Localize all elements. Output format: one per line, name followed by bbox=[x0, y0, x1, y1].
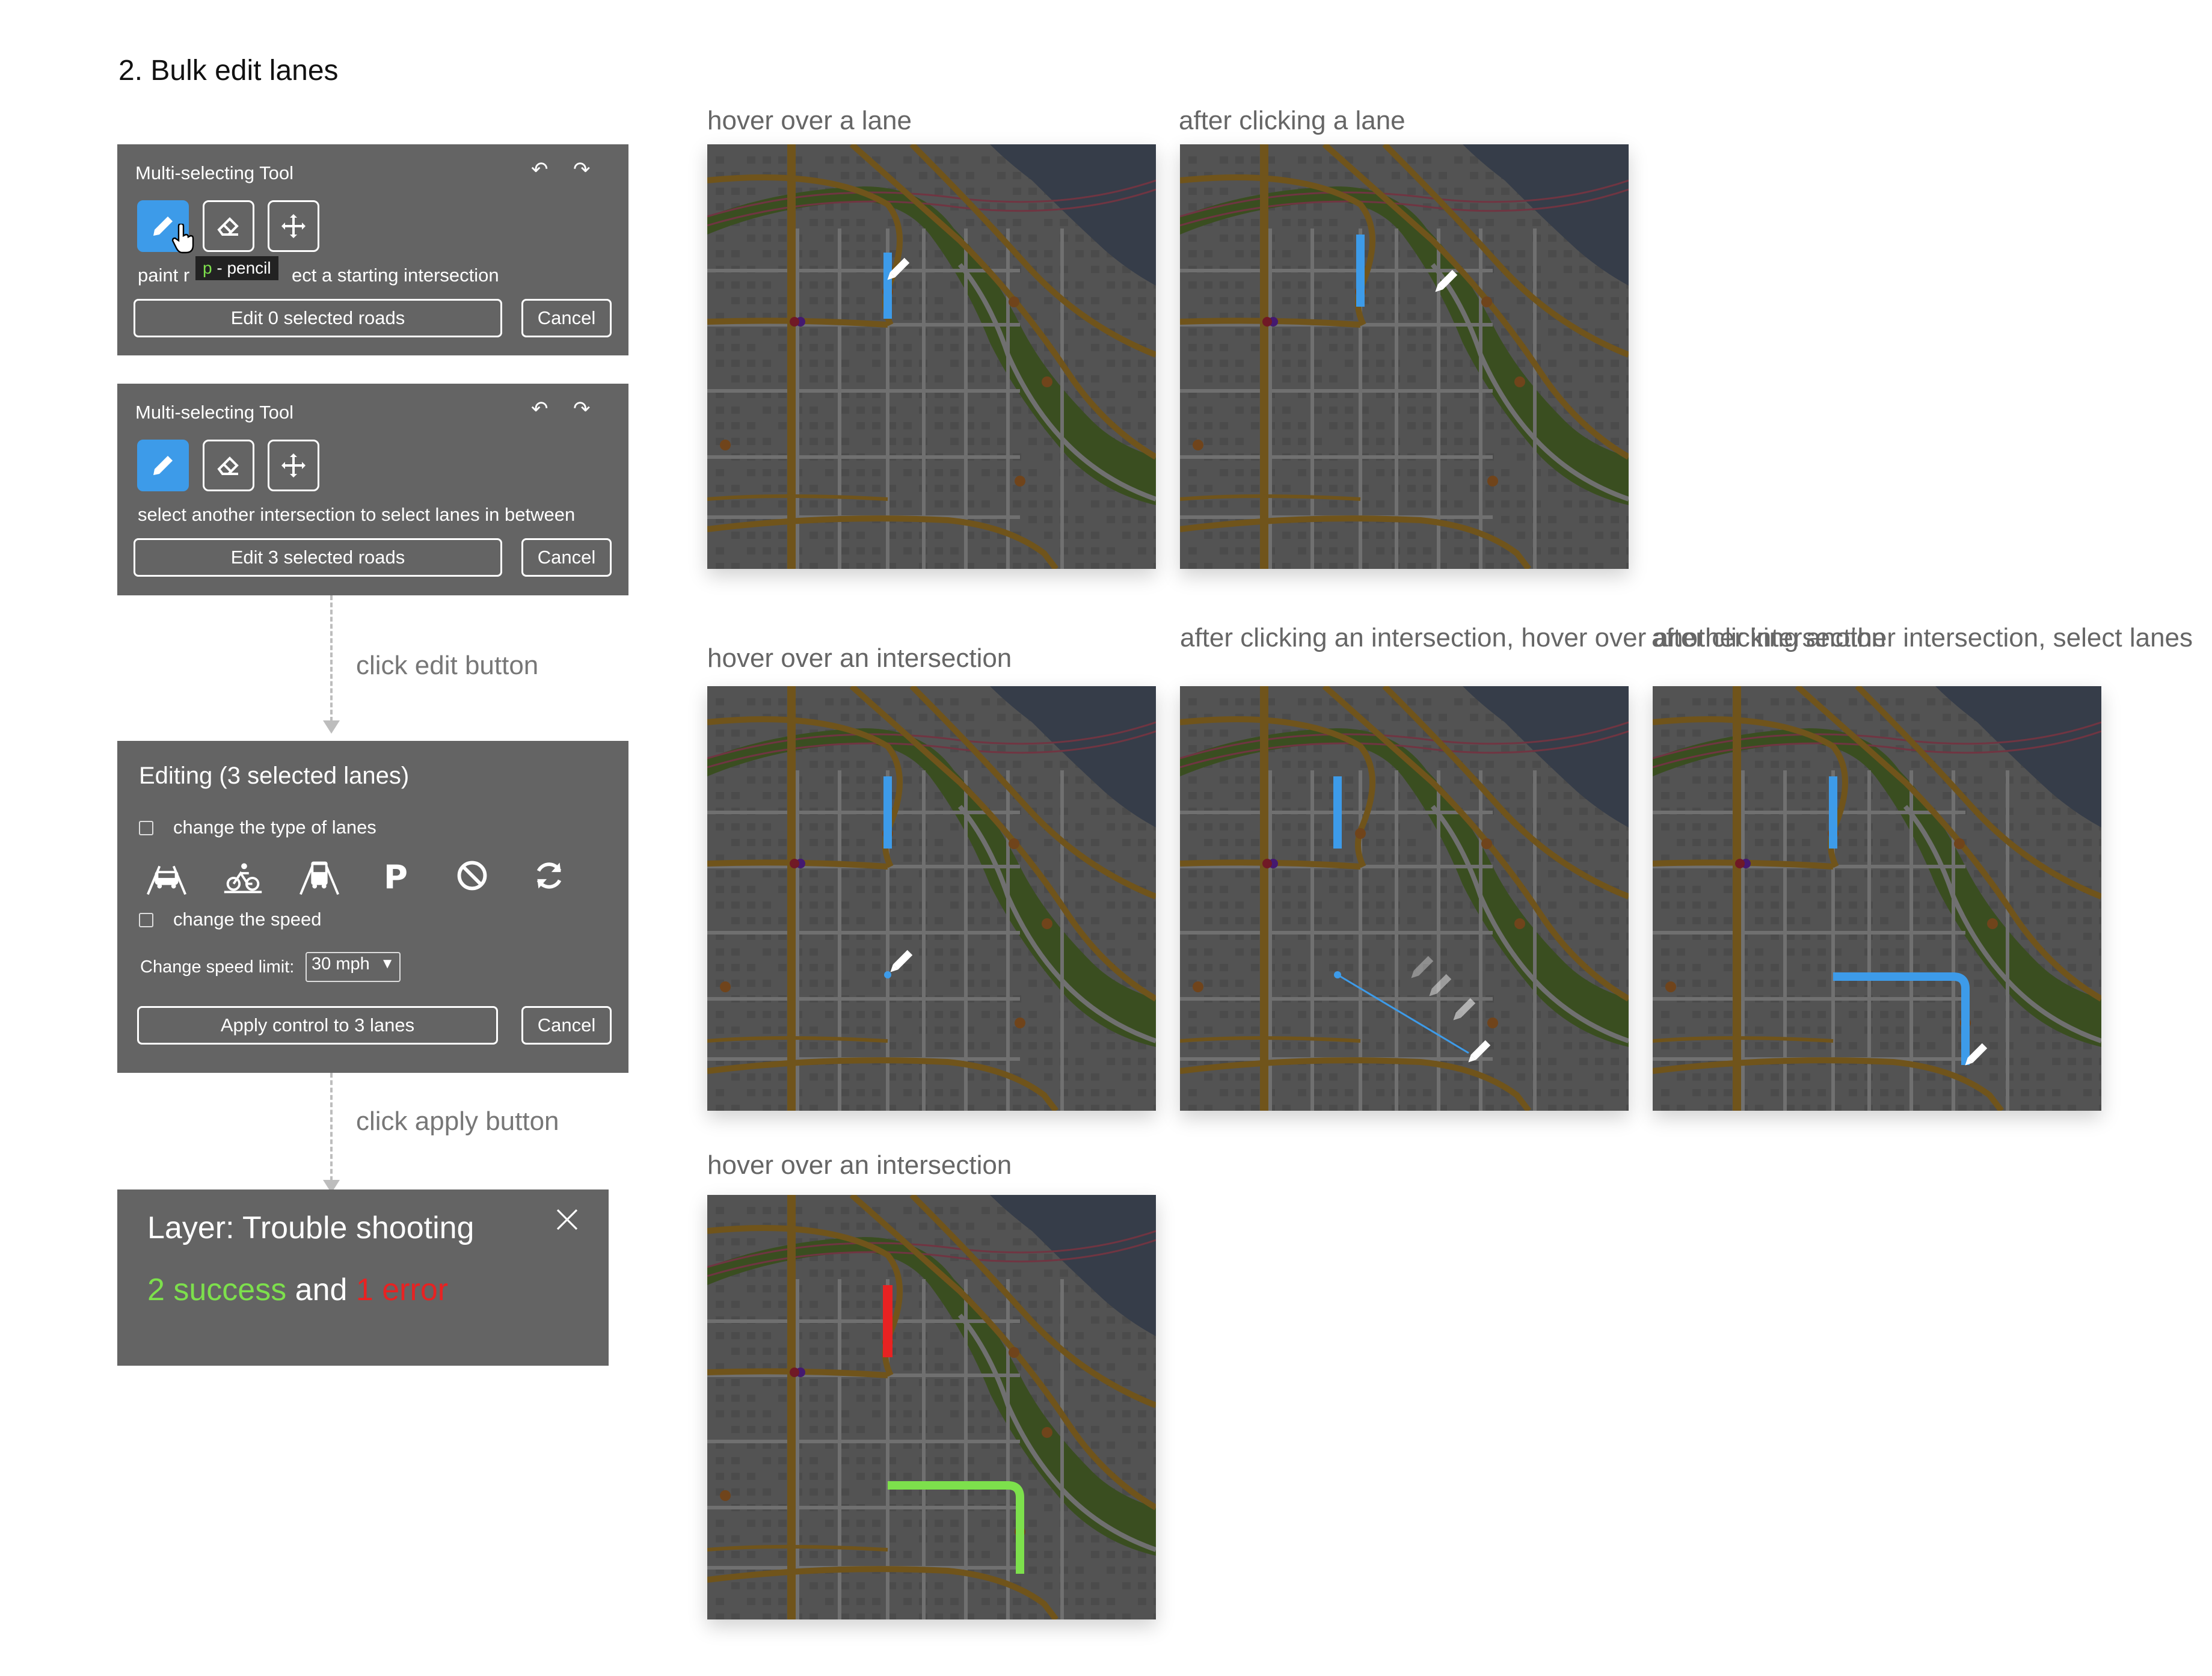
multi-select-tool-panel-1: Multi-selecting Tool ↶ ↷ paint r p - pen… bbox=[117, 144, 628, 355]
cancel-button[interactable]: Cancel bbox=[521, 1006, 612, 1045]
panel1-help-right: ect a starting intersection bbox=[292, 265, 499, 286]
cancel-button[interactable]: Cancel bbox=[521, 299, 612, 337]
edit-selected-roads-button[interactable]: Edit 0 selected roads bbox=[134, 299, 502, 337]
editing-lanes-panel: Editing (3 selected lanes) change the ty… bbox=[117, 741, 628, 1073]
panel-title: Multi-selecting Tool bbox=[135, 162, 294, 183]
multi-select-tool-panel-2: Multi-selecting Tool ↶ ↷ select another … bbox=[117, 384, 628, 595]
pencil-tool-button[interactable] bbox=[137, 440, 189, 491]
car-lane-icon[interactable] bbox=[143, 852, 191, 900]
tooltip-text: - pencil bbox=[217, 259, 271, 277]
error-count: 1 bbox=[355, 1272, 373, 1307]
tooltip-key: p bbox=[203, 259, 212, 277]
success-count: 2 bbox=[147, 1272, 165, 1307]
pencil-icon bbox=[153, 456, 173, 475]
trouble-shooting-panel: Layer: Trouble shooting 2 success and 1 … bbox=[117, 1189, 609, 1366]
chevron-down-icon: ▼ bbox=[380, 956, 395, 972]
flow-arrow-line bbox=[330, 1073, 333, 1181]
cancel-button[interactable]: Cancel bbox=[521, 538, 612, 577]
eraser-tool-button[interactable] bbox=[203, 200, 254, 252]
edit-selected-roads-button[interactable]: Edit 3 selected roads bbox=[134, 538, 502, 577]
map-canvas[interactable] bbox=[1180, 144, 1629, 569]
panel-title: Editing (3 selected lanes) bbox=[139, 763, 410, 789]
bus-lane-icon[interactable] bbox=[295, 852, 343, 900]
map-hover-lane[interactable] bbox=[707, 144, 1156, 569]
reverse-icon[interactable] bbox=[525, 852, 573, 900]
move-tool-button[interactable] bbox=[268, 200, 319, 252]
speed-limit-label: Change speed limit: bbox=[140, 957, 295, 977]
eraser-tool-button[interactable] bbox=[203, 440, 254, 491]
map-lanes-selected[interactable] bbox=[1653, 686, 2101, 1111]
panel1-help-left: paint r bbox=[138, 265, 190, 286]
speed-limit-value: 30 mph bbox=[312, 954, 370, 974]
panel-title: Multi-selecting Tool bbox=[135, 402, 294, 423]
move-icon bbox=[281, 214, 306, 238]
map-canvas[interactable] bbox=[707, 686, 1156, 1111]
pencil-tooltip: p - pencil bbox=[195, 256, 278, 280]
panel-title: Layer: Trouble shooting bbox=[147, 1211, 475, 1245]
flow-arrow-line bbox=[330, 595, 333, 722]
bike-lane-icon[interactable] bbox=[219, 852, 267, 900]
and-label: and bbox=[295, 1272, 348, 1307]
undo-icon[interactable]: ↶ bbox=[531, 158, 548, 182]
hand-cursor-icon bbox=[171, 224, 194, 254]
eraser-icon bbox=[217, 456, 239, 475]
flow-arrow-head bbox=[323, 720, 340, 734]
map-hover-intersection[interactable] bbox=[707, 686, 1156, 1111]
caption-map-6: hover over an intersection bbox=[707, 1150, 1012, 1180]
caption-map-3: hover over an intersection bbox=[707, 643, 1012, 673]
map-hover-another-intersection[interactable] bbox=[1180, 686, 1629, 1111]
error-label: error bbox=[382, 1272, 449, 1307]
move-icon bbox=[281, 453, 306, 477]
flow-label-click-edit: click edit button bbox=[356, 651, 539, 680]
parking-icon[interactable]: P bbox=[372, 852, 420, 900]
change-speed-label: change the speed bbox=[173, 909, 322, 930]
map-canvas[interactable] bbox=[707, 144, 1156, 569]
move-tool-button[interactable] bbox=[268, 440, 319, 491]
map-canvas[interactable] bbox=[1653, 686, 2101, 1111]
redo-icon[interactable]: ↷ bbox=[573, 397, 591, 421]
redo-icon[interactable]: ↷ bbox=[573, 158, 591, 182]
no-entry-icon[interactable] bbox=[448, 852, 496, 900]
change-speed-checkbox[interactable] bbox=[139, 913, 153, 927]
change-type-label: change the type of lanes bbox=[173, 817, 376, 838]
close-icon[interactable] bbox=[554, 1206, 580, 1233]
caption-map-1: hover over a lane bbox=[707, 106, 912, 135]
caption-map-2: after clicking a lane bbox=[1179, 106, 1406, 135]
panel2-help: select another intersection to select la… bbox=[138, 504, 576, 525]
map-after-click-lane[interactable] bbox=[1180, 144, 1629, 569]
flow-label-click-apply: click apply button bbox=[356, 1107, 559, 1136]
speed-limit-select[interactable]: 30 mph ▼ bbox=[306, 952, 401, 982]
change-type-checkbox[interactable] bbox=[139, 821, 153, 835]
caption-map-5: after clicking another intersection, sel… bbox=[1651, 623, 2193, 652]
undo-icon[interactable]: ↶ bbox=[531, 397, 548, 421]
map-canvas[interactable] bbox=[707, 1195, 1156, 1619]
map-canvas[interactable] bbox=[1180, 686, 1629, 1111]
svg-text:P: P bbox=[384, 858, 408, 896]
apply-control-button[interactable]: Apply control to 3 lanes bbox=[137, 1006, 498, 1045]
map-trouble-shooting-result[interactable] bbox=[707, 1195, 1156, 1619]
result-summary: 2 success and 1 error bbox=[147, 1272, 448, 1308]
success-label: success bbox=[173, 1272, 287, 1307]
section-title: 2. Bulk edit lanes bbox=[118, 55, 339, 87]
eraser-icon bbox=[217, 217, 239, 236]
